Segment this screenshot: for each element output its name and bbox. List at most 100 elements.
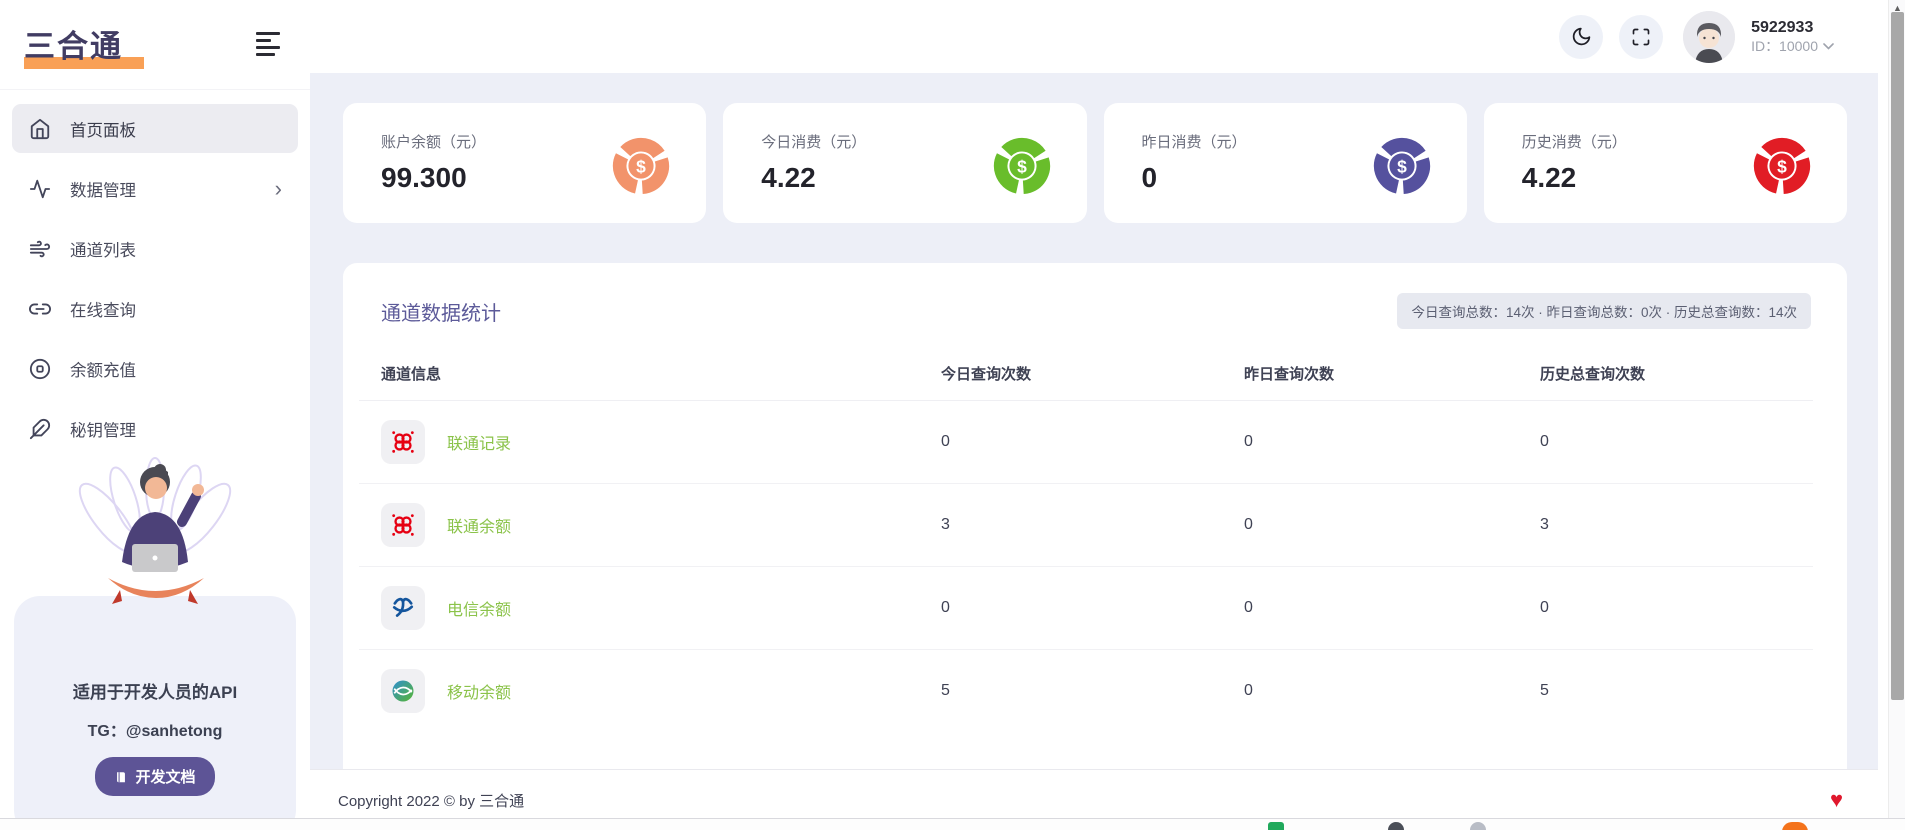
dollar-donut-icon: $ [1751, 135, 1813, 223]
table-row: 电信余额 0 0 0 [359, 567, 1813, 650]
mobile-logo-icon [381, 669, 425, 713]
topbar: 5922933 ID：10000 [310, 0, 1878, 73]
query-summary-badge: 今日查询总数：14次 · 昨日查询总数：0次 · 历史总查询数：14次 [1397, 293, 1811, 329]
dev-docs-button[interactable]: 开发文档 [95, 757, 214, 796]
cell-total: 0 [1540, 567, 1813, 650]
dev-docs-button-label: 开发文档 [135, 766, 195, 787]
taskbar-edge-strip [0, 818, 1905, 830]
stat-card-yesterday-spend: 昨日消费（元） 0 $ [1104, 103, 1467, 223]
channel-link[interactable]: 联通记录 [447, 430, 511, 454]
developer-promo-card: 适用于开发人员的API TG：@sanhetong 开发文档 [14, 596, 296, 830]
feather-pen-icon [28, 417, 52, 441]
sidebar-item-label: 余额充值 [70, 357, 136, 381]
dollar-donut-icon: $ [610, 135, 672, 223]
svg-text:$: $ [1397, 156, 1407, 176]
stat-label: 昨日消费（元） [1142, 131, 1247, 152]
cell-yesterday: 0 [1244, 567, 1540, 650]
sidebar-item-channels[interactable]: 通道列表 [12, 224, 298, 273]
svg-text:$: $ [1017, 156, 1027, 176]
table-row: 联通余额 3 0 3 [359, 484, 1813, 567]
svg-text:$: $ [1777, 156, 1787, 176]
menu-toggle-icon[interactable] [256, 30, 282, 60]
user-name: 5922933 [1751, 18, 1834, 38]
cell-total: 5 [1540, 650, 1813, 733]
cell-total: 3 [1540, 484, 1813, 567]
link-icon [28, 297, 52, 321]
taskbar-icon-fragment [1388, 822, 1404, 830]
dollar-donut-icon: $ [1371, 135, 1433, 223]
dark-mode-button[interactable] [1559, 15, 1603, 59]
stat-label: 今日消费（元） [761, 131, 866, 152]
stat-value: 99.300 [381, 162, 486, 194]
sidebar-header: 三合通 [0, 0, 310, 90]
activity-icon [28, 177, 52, 201]
stat-card-today-spend: 今日消费（元） 4.22 $ [723, 103, 1086, 223]
chevron-right-icon: › [275, 178, 282, 200]
taskbar-icon-fragment [1470, 822, 1486, 830]
cell-today: 0 [941, 401, 1244, 484]
sidebar-item-label: 数据管理 [70, 177, 136, 201]
sidebar-item-label: 首页面板 [70, 117, 136, 141]
cell-yesterday: 0 [1244, 650, 1540, 733]
col-header-today: 今日查询次数 [941, 347, 1244, 401]
sidebar-item-online-query[interactable]: 在线查询 [12, 284, 298, 333]
app-logo[interactable]: 三合通 [24, 21, 144, 69]
channel-link[interactable]: 电信余额 [447, 596, 511, 620]
vertical-scrollbar[interactable]: ▲ ▼ [1888, 0, 1905, 830]
developer-illustration [60, 440, 250, 610]
app-logo-text: 三合通 [24, 21, 144, 66]
col-header-yesterday: 昨日查询次数 [1244, 347, 1540, 401]
home-icon [28, 117, 52, 141]
stat-value: 0 [1142, 162, 1247, 194]
sidebar-item-label: 通道列表 [70, 237, 136, 261]
fullscreen-button[interactable] [1619, 15, 1663, 59]
chevron-down-icon [1823, 43, 1834, 50]
user-id: ID：10000 [1751, 38, 1818, 56]
user-avatar[interactable] [1683, 11, 1735, 63]
disc-icon [28, 357, 52, 381]
stat-label: 历史消费（元） [1522, 131, 1627, 152]
cell-today: 5 [941, 650, 1244, 733]
right-gutter: ▲ ▼ [1878, 0, 1905, 830]
channel-stats-card: 通道数据统计 今日查询总数：14次 · 昨日查询总数：0次 · 历史总查询数：1… [343, 263, 1847, 769]
col-header-total: 历史总查询次数 [1540, 347, 1813, 401]
main-area: 5922933 ID：10000 账户余额（元） 99.300 $ [310, 0, 1878, 830]
book-icon [114, 770, 128, 784]
taskbar-icon-fragment [1268, 822, 1284, 830]
channel-stats-table: 通道信息 今日查询次数 昨日查询次数 历史总查询次数 [359, 347, 1813, 732]
unicom-logo-icon [381, 503, 425, 547]
sidebar-item-home[interactable]: 首页面板 [12, 104, 298, 153]
stat-card-balance: 账户余额（元） 99.300 $ [343, 103, 706, 223]
svg-text:$: $ [636, 156, 646, 176]
cell-total: 0 [1540, 401, 1813, 484]
fullscreen-icon [1631, 27, 1651, 47]
taskbar-icon-fragment [1782, 822, 1808, 830]
scrollbar-thumb[interactable] [1891, 12, 1904, 700]
promo-text-api: 适用于开发人员的API [14, 678, 296, 703]
telecom-logo-icon [381, 586, 425, 630]
sidebar-item-data[interactable]: 数据管理 › [12, 164, 298, 213]
stat-label: 账户余额（元） [381, 131, 486, 152]
promo-text-telegram: TG：@sanhetong [14, 717, 296, 741]
cell-today: 3 [941, 484, 1244, 567]
heart-icon[interactable]: ♥ [1830, 789, 1843, 811]
cell-yesterday: 0 [1244, 484, 1540, 567]
channel-link[interactable]: 联通余额 [447, 513, 511, 537]
stat-value: 4.22 [761, 162, 866, 194]
stats-cards-row: 账户余额（元） 99.300 $ 今日消费（元） 4.22 $ [343, 103, 1847, 223]
copyright-text: Copyright 2022 © by 三合通 [338, 790, 524, 811]
sidebar-item-recharge[interactable]: 余额充值 [12, 344, 298, 393]
moon-icon [1571, 26, 1592, 47]
user-menu[interactable]: 5922933 ID：10000 [1751, 18, 1834, 56]
table-row: 联通记录 0 0 0 [359, 401, 1813, 484]
dashboard-page: 三合通 首页面板 数据管理 › [0, 0, 1905, 830]
channel-link[interactable]: 移动余额 [447, 679, 511, 703]
stat-card-history-spend: 历史消费（元） 4.22 $ [1484, 103, 1847, 223]
sidebar-menu: 首页面板 数据管理 › 通道列表 在线查询 [0, 90, 310, 453]
stat-value: 4.22 [1522, 162, 1627, 194]
cell-today: 0 [941, 567, 1244, 650]
table-row: 移动余额 5 0 5 [359, 650, 1813, 733]
sidebar-item-label: 秘钥管理 [70, 417, 136, 441]
col-header-channel: 通道信息 [359, 347, 941, 401]
sidebar: 三合通 首页面板 数据管理 › [0, 0, 310, 830]
